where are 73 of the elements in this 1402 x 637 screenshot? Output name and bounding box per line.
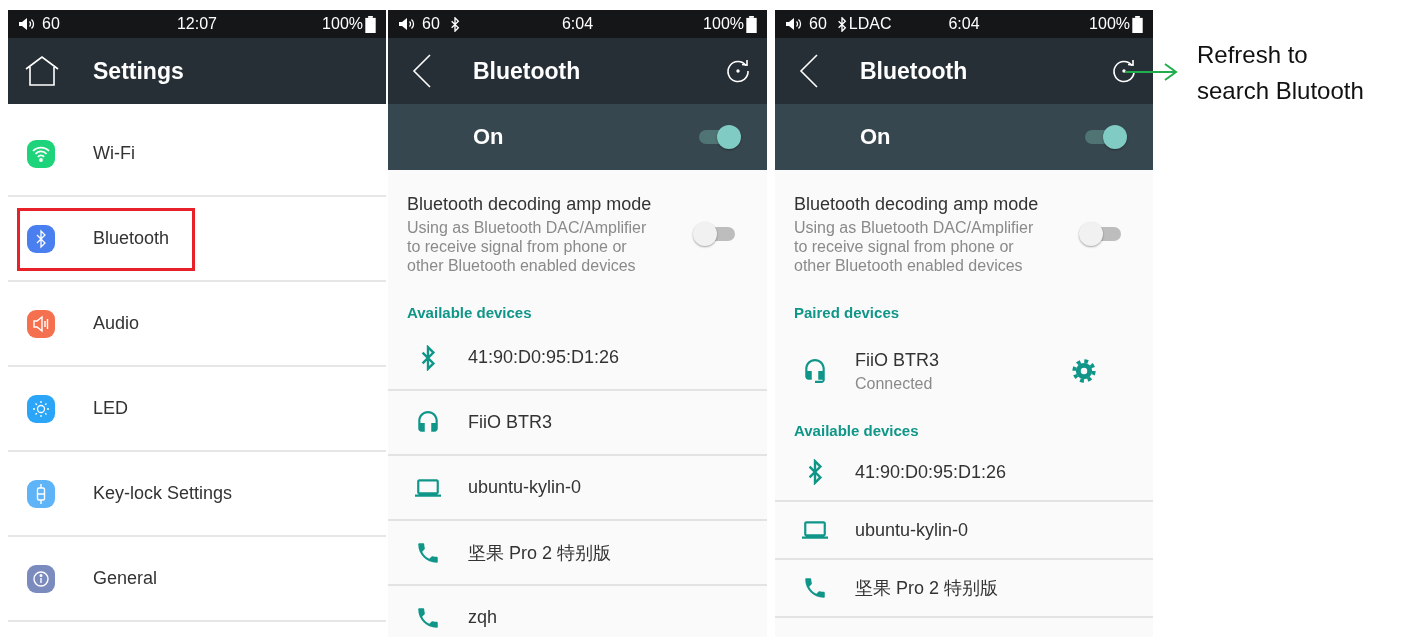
device-status: Connected [855,374,934,393]
back-icon [799,54,819,88]
audio-icon [27,309,55,338]
clock: 6:04 [561,15,594,33]
wifi-icon [27,139,55,168]
device-item[interactable]: 41:90:D0:95:D1:26 [388,326,767,391]
device-name: 坚果 Pro 2 特别版 [468,541,612,565]
setting-title: Bluetooth decoding amp mode [407,193,652,215]
device-item[interactable]: ubuntu-kylin-0 [775,502,1153,560]
refresh-button[interactable] [1111,58,1137,84]
refresh-button[interactable] [725,58,751,84]
phone-icon [802,575,828,601]
battery-percent: 100% [322,15,363,33]
home-icon [24,55,60,87]
device-name: zqh [468,607,498,628]
section-heading: Paired devices [794,303,900,321]
settings-icon[interactable] [1071,358,1097,384]
back-icon [412,54,432,88]
device-item[interactable]: 坚果 Pro 2 特别版 [388,521,767,586]
volume-level: 60 [42,15,60,33]
battery-percent: 100% [1089,15,1130,33]
device-name: ubuntu-kylin-0 [468,477,582,498]
device-name: 41:90:D0:95:D1:26 [855,461,1007,483]
screen-title: Bluetooth [860,57,968,85]
volume-level: 60 [422,15,440,33]
switch-label: On [473,124,504,150]
battery-percent: 100% [703,15,744,33]
clock: 12:07 [176,15,217,33]
battery-icon [365,15,376,33]
device-item[interactable]: ubuntu-kylin-0 [388,456,767,521]
clock: 6:04 [948,15,980,33]
device-item[interactable]: 坚果 Pro 2 特别版 [775,560,1153,618]
device-name: FiiO BTR3 [468,412,552,433]
device-item[interactable]: zqh [388,586,767,637]
section-heading: Available devices [407,303,532,321]
settings-item[interactable]: Audio [8,282,386,367]
device-name: ubuntu-kylin-0 [855,519,969,541]
device-name: 41:90:D0:95:D1:26 [468,347,620,368]
screen-title: Settings [93,57,184,85]
refresh-icon [1111,58,1137,84]
device-item[interactable]: FiiO BTR3 [388,391,767,456]
switch-label: On [860,124,891,150]
setting-description: Using as Bluetooth DAC/Amplifier to receive signal from phone or other Bluetooth enabled devices [407,217,648,275]
headset-icon [802,358,828,384]
settings-item[interactable]: Bluetooth [8,197,386,282]
volume-icon [785,17,803,31]
bluetooth-icon [836,16,847,32]
battery-icon [1132,15,1143,33]
general-icon [27,564,55,593]
led-icon [27,394,55,423]
device-name: 坚果 Pro 2 特别版 [855,577,999,600]
settings-item[interactable]: Key-lock Settings [8,452,386,537]
volume-level: 60 [809,15,827,33]
volume-icon [18,17,36,31]
pointer-arrow [1125,62,1179,82]
bluetooth-icon [27,224,55,253]
settings-item[interactable]: LED [8,367,386,452]
keylock-icon [27,479,55,508]
battery-icon [746,15,757,33]
annotation-text: Refresh to search Blutooth [1197,40,1364,106]
setting-title: Bluetooth decoding amp mode [794,193,1039,215]
codec-label: LDAC [848,15,892,33]
settings-item[interactable]: Wi-Fi [8,112,386,197]
bluetooth-icon [449,16,460,32]
device-name: FiiO BTR3 [855,349,939,371]
volume-icon [398,17,416,31]
screen-title: Bluetooth [473,57,581,85]
device-item[interactable]: FiiO BTR3 Connected [775,326,1153,416]
settings-item[interactable]: General [8,537,386,622]
refresh-icon [725,58,751,84]
device-item[interactable]: 41:90:D0:95:D1:26 [775,444,1153,502]
setting-description: Using as Bluetooth DAC/Amplifier to receive signal from phone or other Bluetooth enabled devices [794,217,1035,275]
section-heading: Available devices [794,421,919,439]
